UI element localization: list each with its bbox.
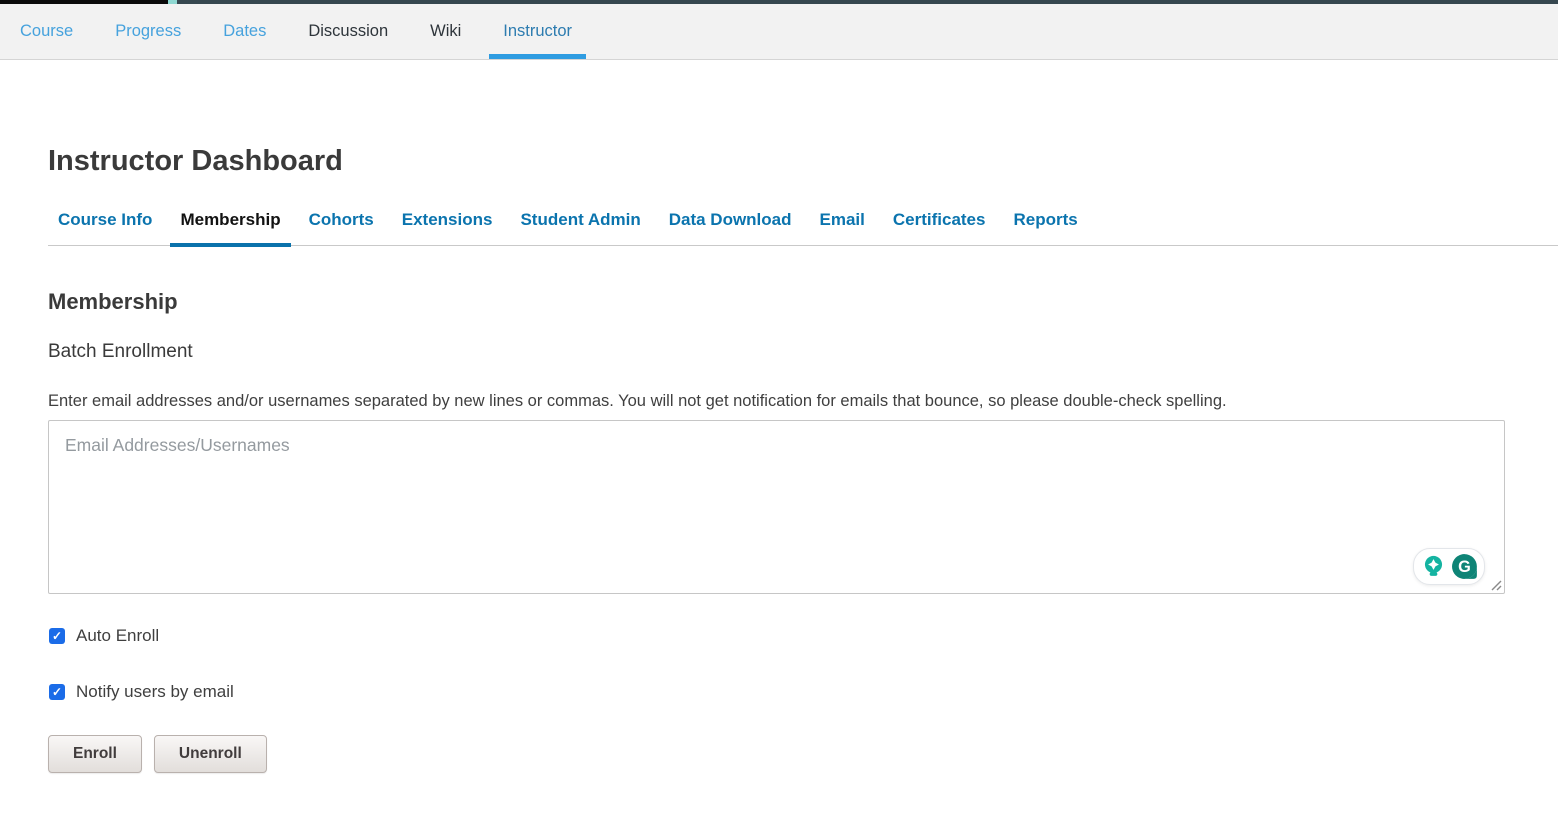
unenroll-button[interactable]: Unenroll	[154, 735, 267, 773]
lightbulb-sparkle-icon[interactable]	[1420, 553, 1447, 580]
auto-enroll-row: ✓ Auto Enroll	[49, 626, 1505, 646]
page-title: Instructor Dashboard	[48, 145, 1558, 178]
grammarly-g-icon[interactable]: G	[1451, 553, 1478, 580]
membership-heading: Membership	[48, 289, 1505, 315]
notify-users-checkbox[interactable]: ✓	[49, 684, 65, 700]
main-area: Instructor Dashboard Course Info Members…	[0, 60, 1558, 773]
email-usernames-textarea[interactable]	[48, 420, 1505, 594]
tab-cohorts[interactable]: Cohorts	[299, 210, 384, 245]
tab-student-admin[interactable]: Student Admin	[510, 210, 650, 245]
course-nav: Course Progress Dates Discussion Wiki In…	[0, 4, 1558, 60]
tab-membership[interactable]: Membership	[170, 210, 290, 245]
resize-handle-icon[interactable]	[1489, 578, 1502, 591]
notify-users-row: ✓ Notify users by email	[49, 682, 1505, 702]
notify-users-label[interactable]: Notify users by email	[76, 682, 234, 702]
batch-enrollment-textarea-wrap: G	[48, 420, 1505, 594]
tab-course-info[interactable]: Course Info	[48, 210, 162, 245]
nav-item-discussion[interactable]: Discussion	[294, 4, 402, 59]
tab-data-download[interactable]: Data Download	[659, 210, 802, 245]
enrollment-buttons: Enroll Unenroll	[48, 735, 1505, 773]
auto-enroll-label[interactable]: Auto Enroll	[76, 626, 159, 646]
tab-reports[interactable]: Reports	[1003, 210, 1087, 245]
tab-email[interactable]: Email	[810, 210, 875, 245]
auto-enroll-checkbox[interactable]: ✓	[49, 628, 65, 644]
nav-item-progress[interactable]: Progress	[101, 4, 195, 59]
batch-enrollment-heading: Batch Enrollment	[48, 341, 1505, 363]
batch-enrollment-instructions: Enter email addresses and/or usernames s…	[48, 392, 1505, 411]
instructor-dashboard-tabs: Course Info Membership Cohorts Extension…	[48, 210, 1558, 246]
tab-extensions[interactable]: Extensions	[392, 210, 503, 245]
tab-certificates[interactable]: Certificates	[883, 210, 996, 245]
nav-item-dates[interactable]: Dates	[209, 4, 280, 59]
svg-text:G: G	[1458, 558, 1471, 576]
nav-item-wiki[interactable]: Wiki	[416, 4, 475, 59]
nav-item-instructor[interactable]: Instructor	[489, 4, 586, 59]
nav-item-course[interactable]: Course	[6, 4, 87, 59]
membership-section: Membership Batch Enrollment Enter email …	[48, 289, 1505, 773]
grammarly-widget[interactable]: G	[1413, 548, 1485, 585]
enroll-button[interactable]: Enroll	[48, 735, 142, 773]
